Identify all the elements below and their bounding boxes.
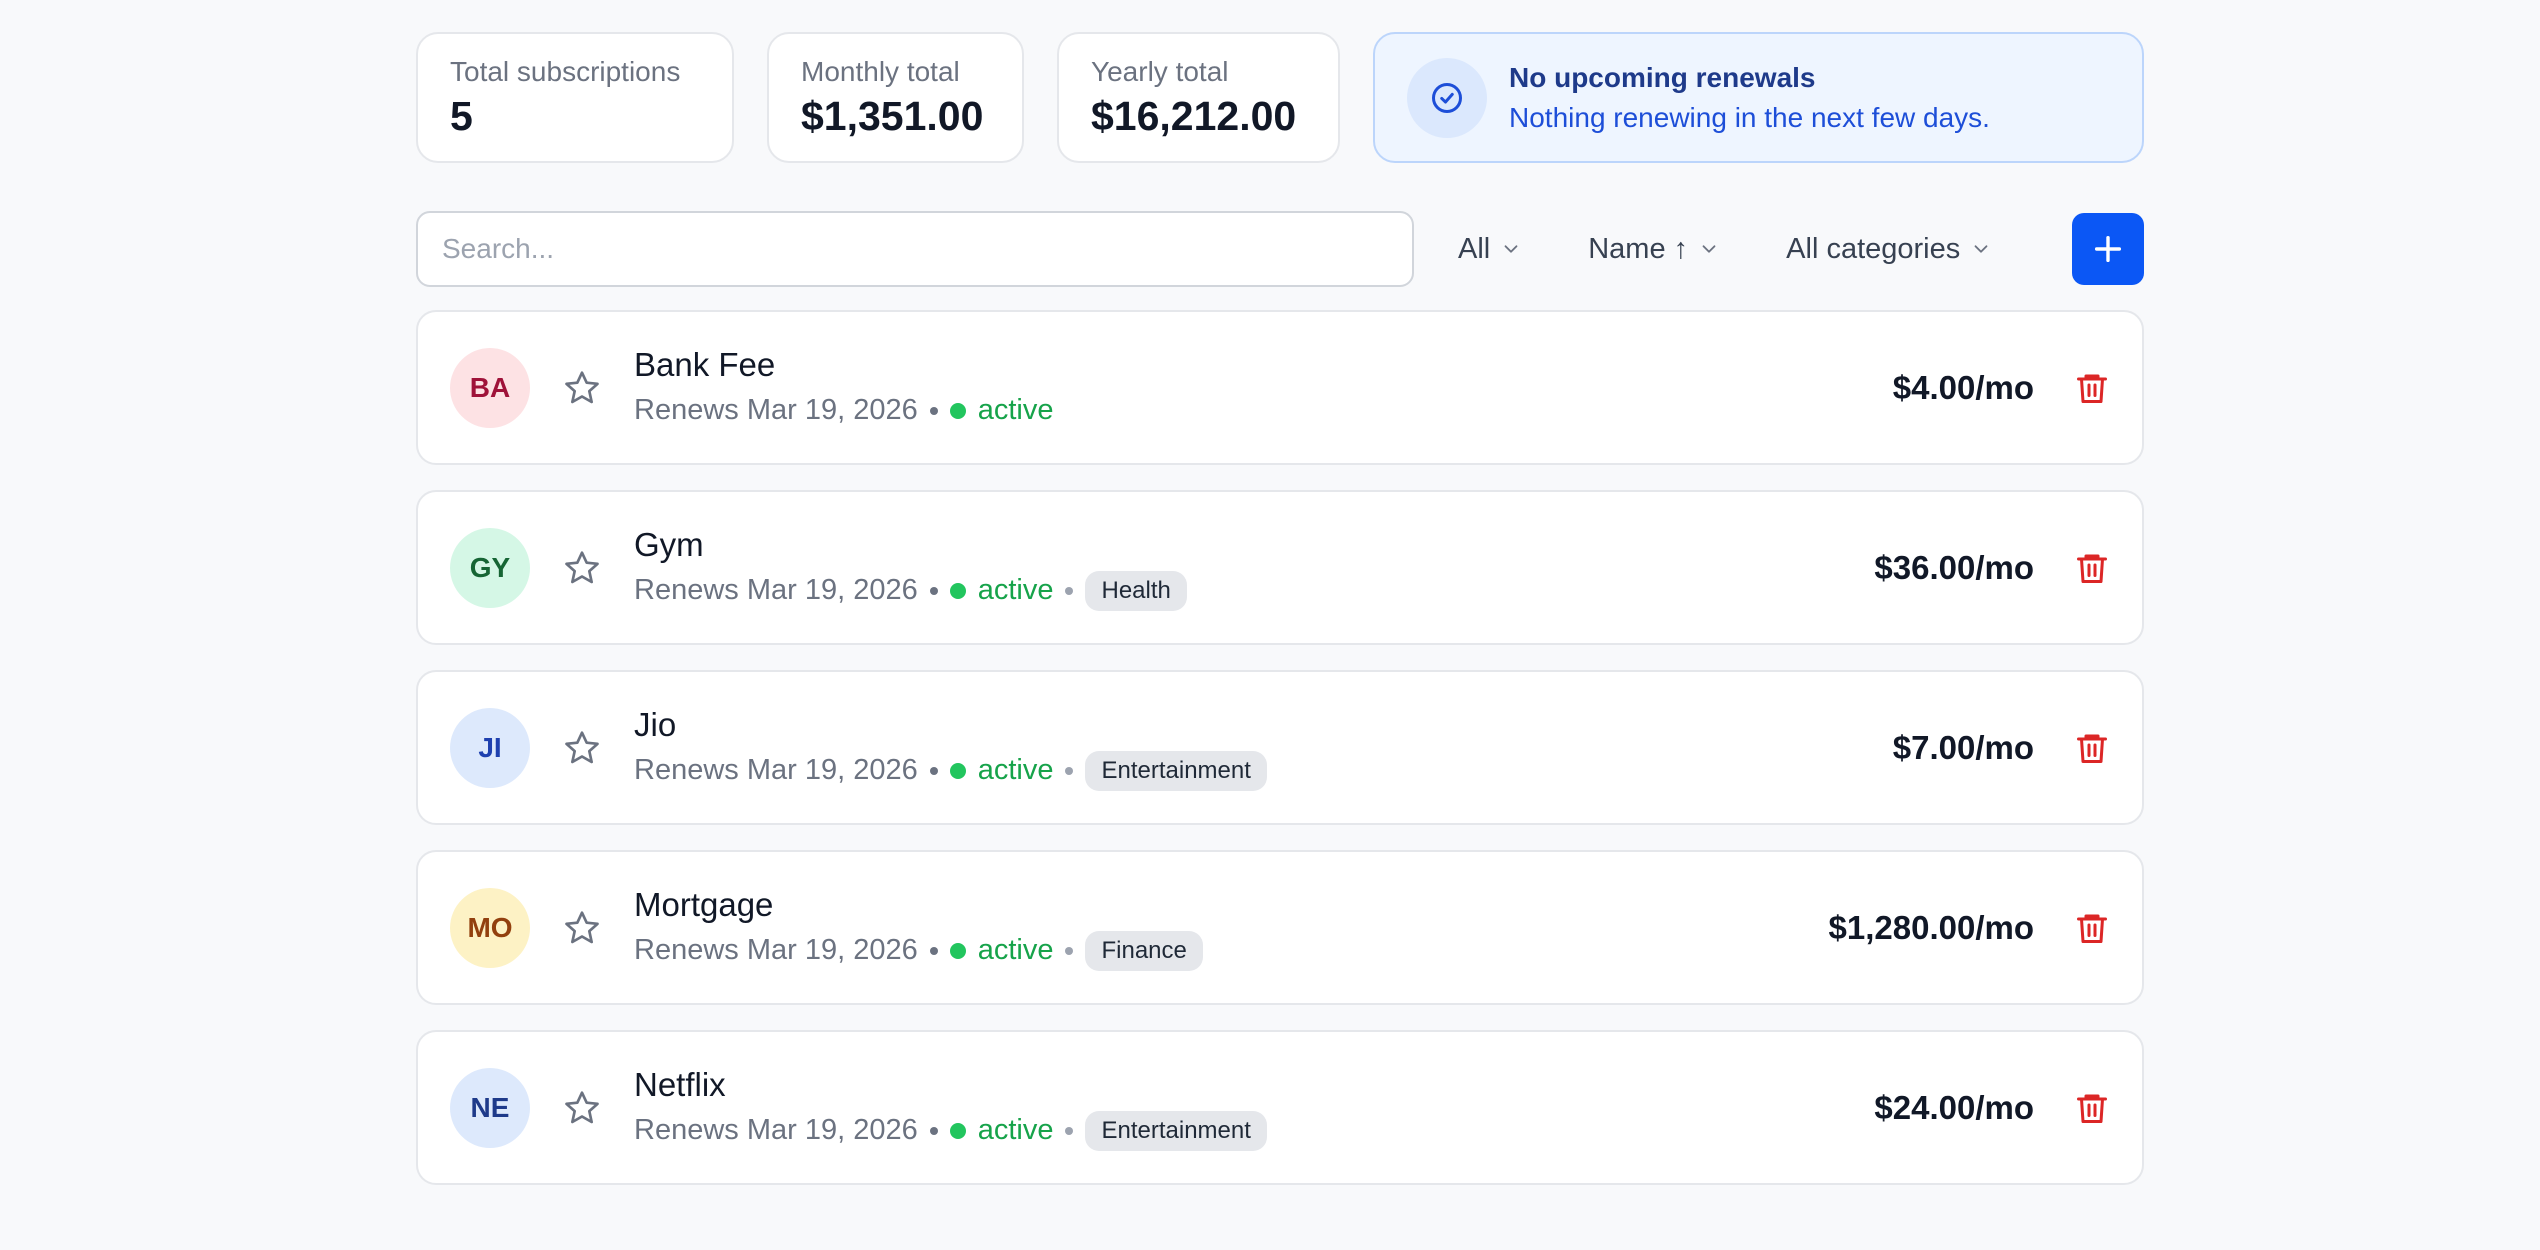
separator-dot	[929, 766, 938, 775]
trash-icon[interactable]	[2074, 368, 2110, 408]
avatar: NE	[450, 1067, 530, 1148]
subscription-row: MO Mortgage Renews Mar 19, 2026 active F…	[416, 850, 2144, 1005]
renewals-notice: No upcoming renewals Nothing renewing in…	[1373, 32, 2144, 163]
stat-value: $1,351.00	[801, 93, 984, 139]
toolbar: All Name ↑ All categories	[416, 211, 2144, 287]
star-icon[interactable]	[562, 728, 602, 768]
subscription-meta: Renews Mar 19, 2026 active Entertainment	[634, 750, 1267, 792]
status-text: active	[977, 1114, 1054, 1147]
separator-dot	[1065, 766, 1074, 775]
notice-title: No upcoming renewals	[1509, 62, 1816, 94]
subscription-name: Netflix	[634, 1066, 726, 1104]
star-icon[interactable]	[562, 1088, 602, 1128]
subscription-info: Bank Fee Renews Mar 19, 2026 active	[634, 344, 1053, 431]
subscription-info: Gym Renews Mar 19, 2026 active Health	[634, 524, 1187, 612]
category-badge: Finance	[1085, 930, 1203, 972]
sort-dropdown[interactable]: Name ↑	[1588, 212, 1720, 286]
status-dot-icon	[949, 582, 966, 599]
star-icon[interactable]	[562, 548, 602, 588]
subscription-info: Jio Renews Mar 19, 2026 active Entertain…	[634, 704, 1267, 792]
total-subscriptions-card: Total subscriptions 5	[416, 32, 734, 163]
subscription-meta: Renews Mar 19, 2026 active	[634, 391, 1053, 431]
renewal-date: Renews Mar 19, 2026	[634, 754, 918, 787]
separator-dot	[929, 1126, 938, 1135]
subscription-name: Mortgage	[634, 886, 774, 924]
subscription-meta: Renews Mar 19, 2026 active Health	[634, 570, 1187, 612]
subscription-row: JI Jio Renews Mar 19, 2026 active Entert…	[416, 670, 2144, 825]
status-text: active	[977, 934, 1054, 967]
search-input[interactable]	[416, 211, 1414, 287]
subscription-price: $1,280.00/mo	[1828, 908, 2034, 946]
separator-dot	[1065, 946, 1074, 955]
category-badge: Entertainment	[1085, 750, 1267, 792]
chevron-down-icon	[1970, 238, 1992, 260]
subscription-price: $7.00/mo	[1892, 728, 2034, 766]
separator-dot	[929, 586, 938, 595]
stat-value: 5	[450, 93, 473, 139]
stat-value: $16,212.00	[1091, 93, 1297, 139]
renewal-date: Renews Mar 19, 2026	[634, 1114, 918, 1147]
sort-label: Name ↑	[1588, 232, 1689, 265]
add-subscription-button[interactable]	[2072, 213, 2144, 285]
avatar: MO	[450, 887, 530, 968]
status-dot-icon	[949, 402, 966, 419]
star-icon[interactable]	[562, 908, 602, 948]
monthly-total-card: Monthly total $1,351.00	[767, 32, 1024, 163]
subscription-name: Jio	[634, 706, 677, 744]
subscription-row: GY Gym Renews Mar 19, 2026 active Health…	[416, 490, 2144, 645]
status-dot-icon	[949, 1122, 966, 1139]
plus-icon	[2094, 235, 2122, 263]
separator-dot	[1065, 1126, 1074, 1135]
subscriptions-dashboard: Total subscriptions 5 Monthly total $1,3…	[416, 32, 2144, 1210]
separator-dot	[929, 946, 938, 955]
subscription-price: $36.00/mo	[1874, 548, 2034, 586]
renewal-date: Renews Mar 19, 2026	[634, 394, 918, 427]
avatar: GY	[450, 527, 530, 608]
star-icon[interactable]	[562, 368, 602, 408]
subscription-price: $24.00/mo	[1874, 1088, 2034, 1126]
stat-label: Total subscriptions	[450, 56, 681, 87]
avatar: BA	[450, 347, 530, 428]
avatar: JI	[450, 707, 530, 788]
trash-icon[interactable]	[2074, 548, 2110, 588]
trash-icon[interactable]	[2074, 908, 2110, 948]
trash-icon[interactable]	[2074, 1088, 2110, 1128]
subscription-name: Bank Fee	[634, 346, 776, 384]
subscription-price: $4.00/mo	[1892, 368, 2034, 406]
status-text: active	[977, 754, 1054, 787]
subscription-list: BA Bank Fee Renews Mar 19, 2026 active $…	[416, 310, 2144, 1185]
chevron-down-icon	[1698, 238, 1720, 260]
status-filter-dropdown[interactable]: All	[1458, 212, 1522, 286]
status-filter-label: All	[1458, 232, 1491, 265]
status-dot-icon	[949, 942, 966, 959]
subscription-info: Mortgage Renews Mar 19, 2026 active Fina…	[634, 884, 1203, 972]
notice-subtitle: Nothing renewing in the next few days.	[1509, 101, 1990, 133]
category-filter-label: All categories	[1786, 232, 1961, 265]
subscription-name: Gym	[634, 526, 704, 564]
stat-label: Monthly total	[801, 56, 960, 87]
subscription-meta: Renews Mar 19, 2026 active Entertainment	[634, 1110, 1267, 1152]
status-dot-icon	[949, 762, 966, 779]
subscription-meta: Renews Mar 19, 2026 active Finance	[634, 930, 1203, 972]
category-filter-dropdown[interactable]: All categories	[1786, 212, 1992, 286]
category-badge: Entertainment	[1085, 1110, 1267, 1152]
separator-dot	[929, 406, 938, 415]
separator-dot	[1065, 586, 1074, 595]
category-badge: Health	[1085, 570, 1187, 612]
subscription-row: BA Bank Fee Renews Mar 19, 2026 active $…	[416, 310, 2144, 465]
stat-label: Yearly total	[1091, 56, 1229, 87]
yearly-total-card: Yearly total $16,212.00	[1057, 32, 1340, 163]
check-circle-icon	[1407, 57, 1487, 138]
subscription-row: NE Netflix Renews Mar 19, 2026 active En…	[416, 1030, 2144, 1185]
chevron-down-icon	[1500, 238, 1522, 260]
subscription-info: Netflix Renews Mar 19, 2026 active Enter…	[634, 1064, 1267, 1152]
stats-row: Total subscriptions 5 Monthly total $1,3…	[416, 32, 2144, 163]
renewal-date: Renews Mar 19, 2026	[634, 574, 918, 607]
trash-icon[interactable]	[2074, 728, 2110, 768]
renewal-date: Renews Mar 19, 2026	[634, 934, 918, 967]
status-text: active	[977, 574, 1054, 607]
status-text: active	[977, 394, 1054, 427]
